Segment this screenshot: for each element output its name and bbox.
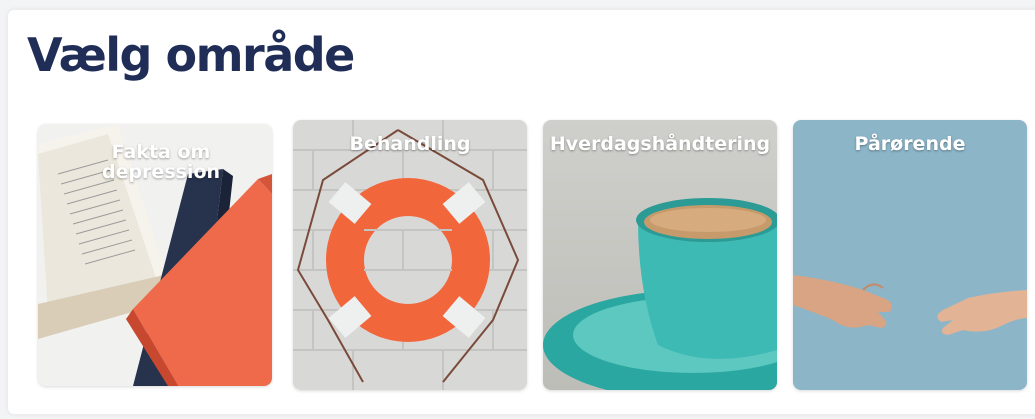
lifebuoy-image	[293, 120, 527, 390]
card-label: Pårørende	[854, 133, 966, 155]
coffee-cup-image	[543, 120, 777, 390]
card-fakta-om-depression[interactable]: Fakta om depression	[38, 124, 272, 386]
page-title: Vælg område	[27, 28, 355, 82]
card-label: Hverdagshåndtering	[549, 133, 771, 155]
card-parorende[interactable]: Pårørende	[793, 120, 1027, 390]
card-behandling[interactable]: Behandling	[293, 120, 527, 390]
card-label: Fakta om depression	[101, 141, 221, 183]
card-label: Behandling	[349, 133, 471, 155]
card-hverdagshandtering[interactable]: Hverdagshåndtering	[543, 120, 777, 390]
reaching-hands-image	[793, 120, 1027, 390]
